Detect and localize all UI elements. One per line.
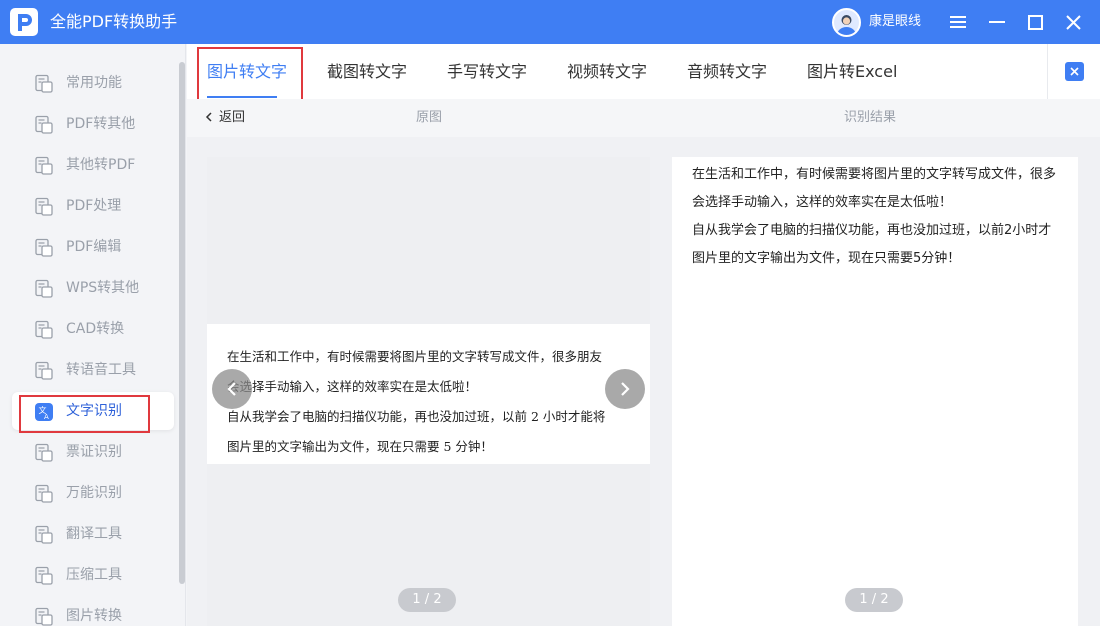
result-panel: 在生活和工作中，有时候需要将图片里的文字转写成文件，很多 会选择手动输入，这样的… xyxy=(672,157,1078,626)
sidebar-item-5[interactable]: WPS转其他 xyxy=(12,269,174,307)
result-text[interactable]: 在生活和工作中，有时候需要将图片里的文字转写成文件，很多 会选择手动输入，这样的… xyxy=(692,161,1078,273)
pdf-export-icon xyxy=(34,115,54,135)
pdf-edit-icon xyxy=(34,238,54,258)
sidebar-item-9[interactable]: 票证识别 xyxy=(12,433,174,471)
title-bar: 全能PDF转换助手 康是眼线 xyxy=(0,0,1100,44)
original-image-top xyxy=(207,157,650,324)
tab-active-underline xyxy=(207,96,277,98)
result-line: 自从我学会了电脑的扫描仪功能，再也没加过班，以前2小时才 xyxy=(692,223,1052,238)
sidebar-item-label: 转语音工具 xyxy=(66,362,136,378)
close-panel-button[interactable] xyxy=(1065,62,1084,81)
sidebar-scrollbar[interactable] xyxy=(179,62,185,584)
sidebar-item-11[interactable]: 翻译工具 xyxy=(12,515,174,553)
sidebar-item-label: CAD转换 xyxy=(66,321,125,337)
tab-image-to-text[interactable]: 图片转文字 xyxy=(207,44,287,99)
result-line: 在生活和工作中，有时候需要将图片里的文字转写成文件，很多 xyxy=(692,167,1057,182)
translate-icon xyxy=(34,525,54,545)
user-name[interactable]: 康是眼线 xyxy=(869,0,921,44)
avatar[interactable] xyxy=(832,8,861,37)
grid-icon xyxy=(34,74,54,94)
pdf-import-icon xyxy=(34,156,54,176)
sidebar-item-label: 图片转换 xyxy=(66,608,122,624)
sidebar-item-label: 万能识别 xyxy=(66,485,122,501)
pdf-process-icon xyxy=(34,197,54,217)
next-page-button[interactable] xyxy=(605,369,645,409)
chevron-left-icon xyxy=(205,112,212,122)
sidebar-item-label: WPS转其他 xyxy=(66,280,140,296)
maximize-icon[interactable] xyxy=(1022,9,1048,35)
sidebar: 常用功能 PDF转其他 其他转PDF PDF处理 PDF编辑 WPS转其他 CAD转换转语音… xyxy=(0,44,186,626)
tab-screenshot-to-text[interactable]: 截图转文字 xyxy=(327,44,407,99)
prev-page-button[interactable] xyxy=(212,369,252,409)
close-icon xyxy=(1070,67,1079,76)
original-page-indicator: 1 / 2 xyxy=(398,588,456,612)
minimize-icon[interactable] xyxy=(984,9,1010,35)
text-to-speech-icon xyxy=(34,361,54,381)
sidebar-item-8[interactable]: 文 A 文字识别 xyxy=(12,392,174,430)
original-line: 会选择手动输入，这样的效率实在是太低啦！ xyxy=(227,379,478,394)
sidebar-item-label: 文字识别 xyxy=(66,403,122,419)
close-window-icon[interactable] xyxy=(1060,9,1086,35)
sidebar-item-3[interactable]: PDF处理 xyxy=(12,187,174,225)
original-image-doc: 在生活和工作中，有时候需要将图片里的文字转写成文件，很多朋友 会选择手动输入，这… xyxy=(207,324,650,464)
sidebar-item-6[interactable]: CAD转换 xyxy=(12,310,174,348)
content-area: 在生活和工作中，有时候需要将图片里的文字转写成文件，很多朋友 会选择手动输入，这… xyxy=(187,137,1100,626)
ocr-icon: 文A xyxy=(34,402,54,422)
wps-icon xyxy=(34,279,54,299)
panel-close-area xyxy=(1047,44,1100,99)
result-line: 会选择手动输入，这样的效率实在是太低啦！ xyxy=(692,195,953,210)
chevron-right-icon xyxy=(621,382,630,396)
app-logo-icon xyxy=(10,8,38,36)
menu-icon[interactable] xyxy=(945,9,971,35)
result-line: 图片里的文字输出为文件，现在只需要5分钟！ xyxy=(692,251,961,266)
sidebar-item-label: 票证识别 xyxy=(66,444,122,460)
tab-audio-to-text[interactable]: 音频转文字 xyxy=(687,44,767,99)
cad-icon xyxy=(34,320,54,340)
sidebar-item-label: 翻译工具 xyxy=(66,526,122,542)
sidebar-item-7[interactable]: 转语音工具 xyxy=(12,351,174,389)
sidebar-item-label: 其他转PDF xyxy=(66,157,136,173)
sidebar-item-label: 常用功能 xyxy=(66,75,122,91)
sidebar-item-1[interactable]: PDF转其他 xyxy=(12,105,174,143)
sidebar-item-13[interactable]: 图片转换 xyxy=(12,597,174,626)
original-line: 在生活和工作中，有时候需要将图片里的文字转写成文件，很多朋友 xyxy=(227,349,603,364)
image-convert-icon xyxy=(34,607,54,626)
tab-bar: 图片转文字 截图转文字 手写转文字 视频转文字 音频转文字 图片转Excel xyxy=(187,44,1047,104)
sidebar-item-label: 压缩工具 xyxy=(66,567,122,583)
chevron-left-icon xyxy=(227,382,236,396)
back-button[interactable]: 返回 xyxy=(205,99,245,137)
app-title: 全能PDF转换助手 xyxy=(50,12,178,31)
sidebar-item-12[interactable]: 压缩工具 xyxy=(12,556,174,594)
sub-header: 返回 原图 识别结果 xyxy=(187,99,1100,137)
sidebar-item-0[interactable]: 常用功能 xyxy=(12,64,174,102)
universal-scan-icon xyxy=(34,484,54,504)
result-label: 识别结果 xyxy=(844,110,897,125)
sidebar-item-10[interactable]: 万能识别 xyxy=(12,474,174,512)
original-line: 图片里的文字输出为文件，现在只需要 5 分钟！ xyxy=(227,439,493,454)
zip-icon xyxy=(34,566,54,586)
sidebar-item-label: PDF编辑 xyxy=(66,239,122,255)
tab-video-to-text[interactable]: 视频转文字 xyxy=(567,44,647,99)
tab-image-to-excel[interactable]: 图片转Excel xyxy=(807,44,897,99)
sidebar-item-label: PDF处理 xyxy=(66,198,122,214)
original-image-panel: 在生活和工作中，有时候需要将图片里的文字转写成文件，很多朋友 会选择手动输入，这… xyxy=(207,157,650,626)
ticket-icon xyxy=(34,443,54,463)
back-label: 返回 xyxy=(219,110,246,125)
original-line: 自从我学会了电脑的扫描仪功能，再也没加过班，以前 2 小时才能将 xyxy=(227,409,606,424)
tab-handwriting-to-text[interactable]: 手写转文字 xyxy=(447,44,527,99)
result-page-indicator: 1 / 2 xyxy=(845,588,903,612)
sidebar-item-2[interactable]: 其他转PDF xyxy=(12,146,174,184)
original-label: 原图 xyxy=(416,110,443,125)
sidebar-item-label: PDF转其他 xyxy=(66,116,136,132)
sidebar-item-4[interactable]: PDF编辑 xyxy=(12,228,174,266)
svg-text:A: A xyxy=(44,413,49,421)
